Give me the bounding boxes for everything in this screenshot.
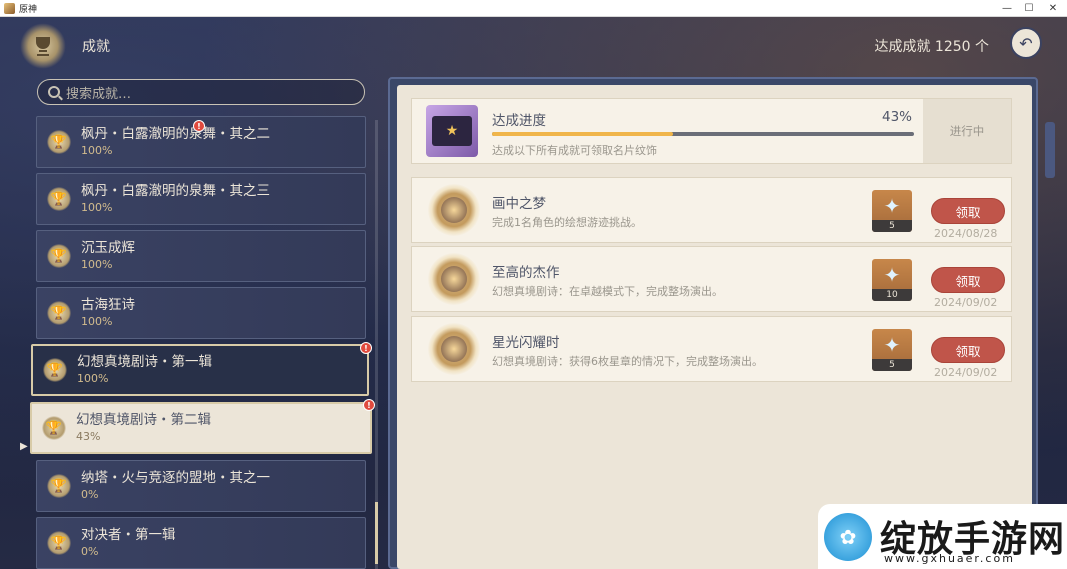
- panel-edge-ornament: [1045, 122, 1055, 178]
- trophy-icon: 🏆: [42, 416, 66, 440]
- category-percent: 100%: [81, 201, 113, 214]
- primogem-icon: ✦: [883, 263, 901, 287]
- achievement-emblem-icon: [428, 253, 480, 305]
- category-percent: 100%: [81, 315, 113, 328]
- progress-bar: [492, 132, 914, 136]
- namecard-star-icon: ★: [432, 116, 472, 146]
- category-name: 纳塔・火与竞逐的盟地・其之一: [81, 470, 270, 486]
- search-input[interactable]: 搜索成就…: [37, 79, 365, 105]
- search-placeholder: 搜索成就…: [66, 86, 132, 102]
- category-percent: 0%: [81, 488, 99, 501]
- trophy-icon: 🏆: [47, 301, 71, 325]
- primogem-icon: ✦: [883, 333, 901, 357]
- achievement-card: 至高的杰作 幻想真境剧诗：在卓越模式下，完成整场演出。 ✦ 10 领取 2024…: [411, 246, 1012, 312]
- trophy-icon: 🏆: [47, 531, 71, 555]
- scrollbar-thumb[interactable]: [375, 502, 378, 564]
- selected-marker-icon: ▶: [20, 441, 28, 452]
- trophy-icon: 🏆: [47, 244, 71, 268]
- category-item[interactable]: 🏆 对决者・第一辑 0%: [36, 517, 366, 569]
- reward-count: 5: [872, 220, 912, 232]
- achievement-title: 至高的杰作: [492, 265, 560, 281]
- category-percent: 100%: [81, 144, 113, 157]
- claim-button[interactable]: 领取: [931, 198, 1005, 224]
- category-name: 枫丹・白露澈明的泉舞・其之二: [81, 126, 270, 142]
- page-title: 成就: [82, 39, 110, 55]
- achievement-title: 星光闪耀时: [492, 335, 560, 351]
- category-item[interactable]: 🏆 沉玉成辉 100%: [36, 230, 366, 282]
- progress-percent: 43%: [882, 109, 913, 125]
- category-percent: 0%: [81, 545, 99, 558]
- progress-status: 进行中: [923, 99, 1011, 163]
- category-percent: 43%: [76, 430, 101, 443]
- achievement-emblem-icon: [428, 184, 480, 236]
- primogem-reward: ✦ 10: [872, 259, 912, 301]
- minimize-button[interactable]: —: [995, 0, 1019, 17]
- category-name: 古海狂诗: [81, 297, 135, 313]
- watermark-logo-icon: ✿: [824, 512, 872, 561]
- trophy-icon: 🏆: [47, 474, 71, 498]
- list-scrollbar[interactable]: [375, 120, 378, 569]
- back-button[interactable]: ↶: [1010, 27, 1042, 59]
- category-name: 幻想真境剧诗・第二辑: [76, 412, 211, 428]
- category-item-active[interactable]: 🏆 幻想真境剧诗・第二辑 43%: [30, 402, 372, 454]
- category-item[interactable]: 🏆 幻想真境剧诗・第一辑 100%: [31, 344, 369, 396]
- alert-badge: !: [360, 342, 372, 354]
- back-icon: ↶: [1019, 33, 1033, 53]
- progress-title: 达成进度: [492, 113, 546, 129]
- category-name: 沉玉成辉: [81, 240, 135, 256]
- app-icon: [4, 2, 15, 14]
- alert-badge: !: [193, 120, 205, 132]
- achievement-description: 幻想真境剧诗：在卓越模式下，完成整场演出。: [492, 285, 723, 298]
- alert-badge: !: [363, 399, 375, 411]
- trophy-icon: [20, 23, 66, 69]
- category-percent: 100%: [77, 372, 109, 385]
- primogem-reward: ✦ 5: [872, 329, 912, 371]
- achievement-description: 幻想真境剧诗：获得6枚星章的情况下，完成整场演出。: [492, 355, 763, 368]
- category-item[interactable]: 🏆 纳塔・火与竞逐的盟地・其之一 0%: [36, 460, 366, 512]
- progress-card: ★ 达成进度 43% 达成以下所有成就可领取名片纹饰 进行中: [411, 98, 1012, 164]
- primogem-icon: ✦: [883, 194, 901, 218]
- category-item[interactable]: 🏆 古海狂诗 100%: [36, 287, 366, 339]
- achievement-card: 星光闪耀时 幻想真境剧诗：获得6枚星章的情况下，完成整场演出。 ✦ 5 领取 2…: [411, 316, 1012, 382]
- progress-description: 达成以下所有成就可领取名片纹饰: [492, 144, 657, 157]
- window-titlebar: 原神 — ☐ ✕: [0, 0, 1067, 17]
- primogem-reward: ✦ 5: [872, 190, 912, 232]
- achievement-emblem-icon: [428, 323, 480, 375]
- trophy-icon: 🏆: [43, 358, 67, 382]
- category-name: 幻想真境剧诗・第一辑: [77, 354, 212, 370]
- achieved-count: 达成成就 1250 个: [874, 39, 989, 55]
- claim-button[interactable]: 领取: [931, 267, 1005, 293]
- achievement-title: 画中之梦: [492, 196, 546, 212]
- claim-button[interactable]: 领取: [931, 337, 1005, 363]
- maximize-button[interactable]: ☐: [1017, 0, 1041, 17]
- category-name: 对决者・第一辑: [81, 527, 176, 543]
- achievement-date: 2024/09/02: [934, 366, 998, 379]
- trophy-icon: 🏆: [47, 130, 71, 154]
- trophy-icon: 🏆: [47, 187, 71, 211]
- category-name: 枫丹・白露澈明的泉舞・其之三: [81, 183, 270, 199]
- achievement-description: 完成1名角色的绘想游迹挑战。: [492, 216, 642, 229]
- achievement-date: 2024/08/28: [934, 227, 998, 240]
- achievement-card: 画中之梦 完成1名角色的绘想游迹挑战。 ✦ 5 领取 2024/08/28: [411, 177, 1012, 243]
- progress-bar-fill: [492, 132, 674, 136]
- reward-count: 10: [872, 289, 912, 301]
- reward-count: 5: [872, 359, 912, 371]
- achievement-date: 2024/09/02: [934, 296, 998, 309]
- category-percent: 100%: [81, 258, 113, 271]
- category-item[interactable]: 🏆 枫丹・白露澈明的泉舞・其之三 100%: [36, 173, 366, 225]
- search-icon: [48, 86, 60, 98]
- namecard-thumbnail: ★: [426, 105, 478, 157]
- window-title: 原神: [19, 4, 38, 15]
- close-button[interactable]: ✕: [1041, 0, 1065, 17]
- watermark: ✿ 绽放手游网 www.gxhuaer.com: [818, 504, 1067, 569]
- watermark-url: www.gxhuaer.com: [884, 552, 1015, 565]
